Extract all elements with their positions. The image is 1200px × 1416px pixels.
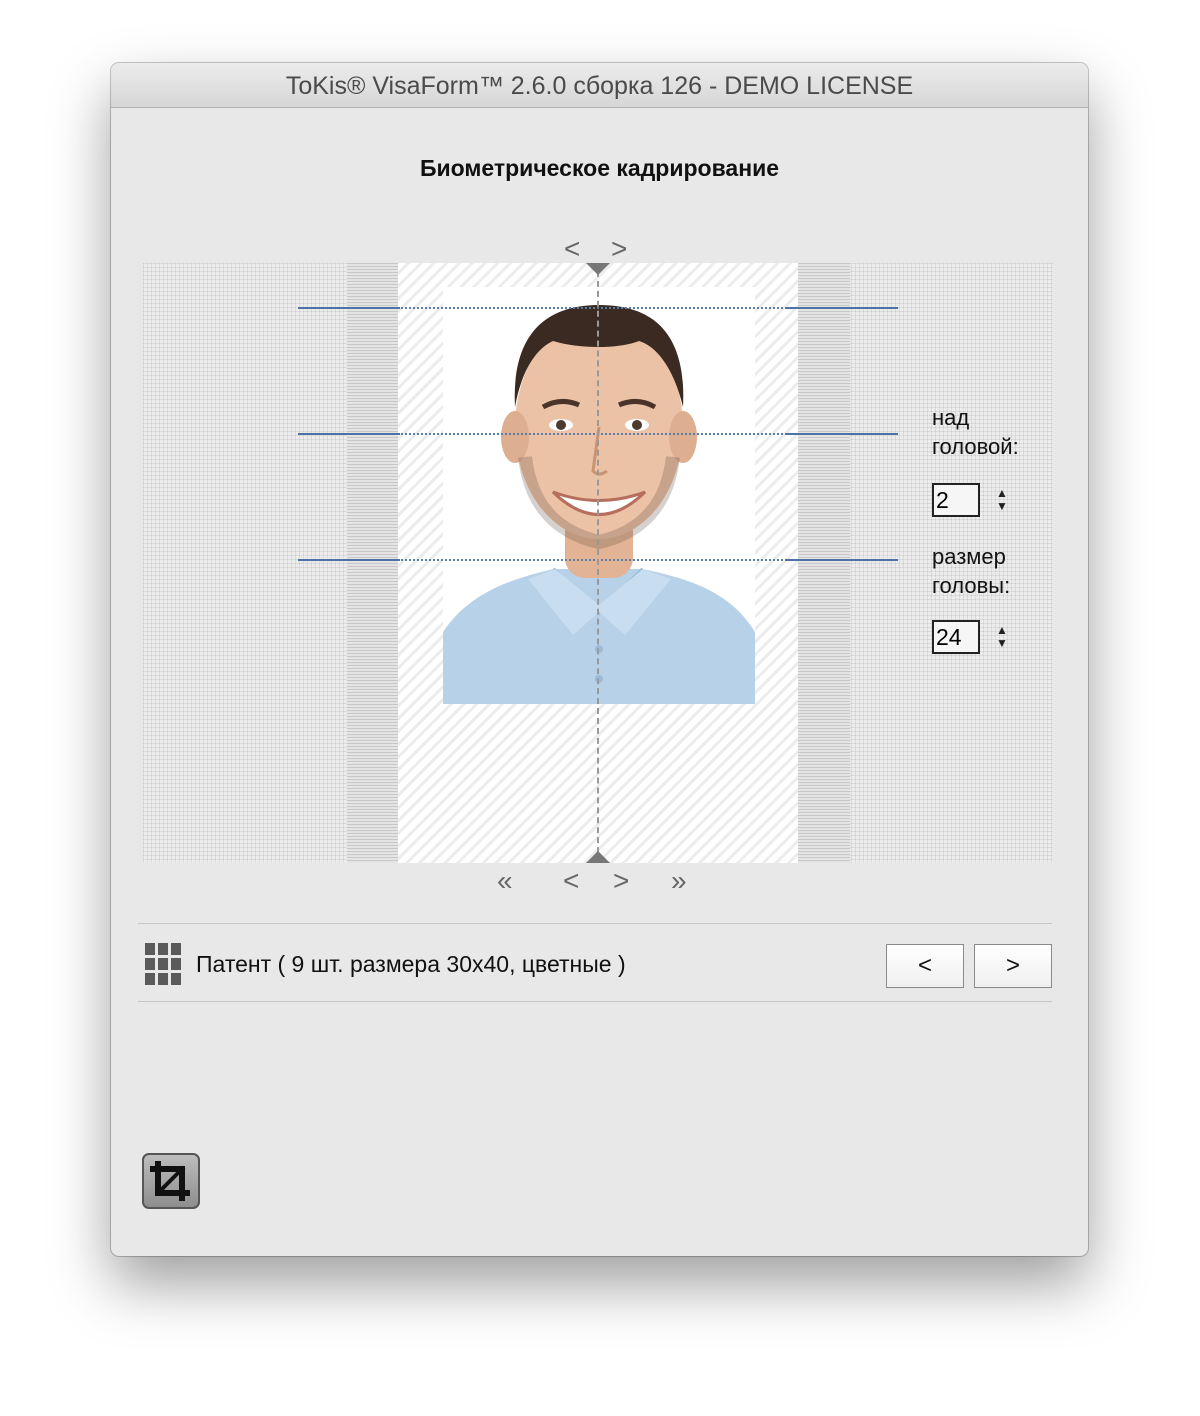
stepper-down-icon[interactable]: ▼ xyxy=(995,637,1009,650)
page-heading: Биометрическое кадрирование xyxy=(419,155,780,181)
top-center-marker-icon[interactable] xyxy=(586,263,610,275)
shift-first-icon[interactable]: « xyxy=(497,867,513,895)
head-size-label: размер головы: xyxy=(932,544,1011,598)
head-size-input[interactable]: 24 xyxy=(932,620,980,654)
window-title: ToKis® VisaForm™ 2.6.0 сборка 126 - DEMO… xyxy=(285,72,914,100)
person-photo xyxy=(443,287,755,704)
shift-down-chevron-icon[interactable]: > xyxy=(613,867,629,895)
crop-icon xyxy=(150,1161,190,1201)
app-window: ToKis® VisaForm™ 2.6.0 сборка 126 - DEMO… xyxy=(111,63,1088,1256)
vertical-shift-nav: « < > » xyxy=(491,865,721,899)
crop-button[interactable] xyxy=(142,1153,200,1209)
separator-top xyxy=(138,923,1052,924)
prev-format-button[interactable]: < xyxy=(886,944,964,988)
format-label: Патент ( 9 шт. размера 30x40, цветные ) xyxy=(196,951,626,977)
separator-bottom xyxy=(138,1001,1052,1002)
stepper-down-icon[interactable]: ▼ xyxy=(995,500,1009,513)
above-head-input[interactable]: 2 xyxy=(932,483,980,517)
above-head-label: над головой: xyxy=(932,405,1019,459)
bottom-center-marker-icon[interactable] xyxy=(586,851,610,863)
above-head-stepper[interactable]: ▲ ▼ xyxy=(995,487,1009,513)
grid-icon xyxy=(145,943,181,987)
center-guide-line xyxy=(597,271,599,863)
next-format-button[interactable]: > xyxy=(974,944,1052,988)
shift-up-chevron-icon[interactable]: < xyxy=(563,867,579,895)
shift-last-icon[interactable]: » xyxy=(671,867,687,895)
title-bar: ToKis® VisaForm™ 2.6.0 сборка 126 - DEMO… xyxy=(111,63,1088,108)
shift-left-chevron-icon[interactable]: < xyxy=(564,235,580,263)
head-size-stepper[interactable]: ▲ ▼ xyxy=(995,624,1009,650)
right-margin-strip xyxy=(798,263,850,863)
person-photo-svg xyxy=(443,305,755,704)
left-margin-strip xyxy=(347,263,399,863)
shift-right-chevron-icon[interactable]: > xyxy=(611,235,627,263)
crop-canvas[interactable] xyxy=(143,263,1053,863)
horizontal-shift-nav: < > xyxy=(561,235,631,265)
